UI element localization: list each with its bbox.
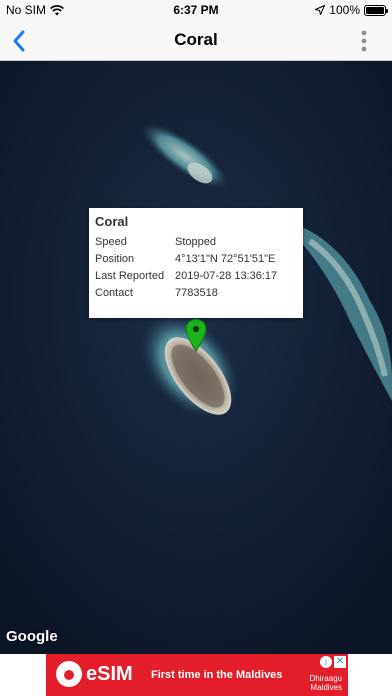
ad-sponsor-line1: Dhiraagu [309, 674, 342, 683]
ad-margin-right [348, 654, 392, 696]
ad-sponsor-line2: Maldives [310, 683, 342, 692]
more-options-button[interactable] [358, 29, 370, 53]
vertical-ellipsis-icon [361, 30, 367, 52]
status-right: 100% [315, 3, 388, 17]
battery-fill [366, 6, 384, 14]
info-value: 4°13'1"N 72°51'51"E [175, 252, 276, 265]
ad-sponsor: Dhiraagu Maldives [310, 674, 342, 692]
info-value: Stopped [175, 235, 216, 248]
vessel-marker[interactable] [185, 318, 207, 352]
info-window[interactable]: Coral Speed Stopped Position 4°13'1"N 72… [89, 208, 303, 318]
satellite-map[interactable]: Google [0, 61, 392, 654]
info-row-contact: Contact 7783518 [95, 284, 297, 301]
info-window-title: Coral [95, 214, 129, 229]
info-value: 2019-07-28 13:36:17 [175, 269, 278, 282]
info-row-last-reported: Last Reported 2019-07-28 13:36:17 [95, 267, 297, 284]
location-arrow-icon [315, 5, 326, 15]
esim-logo-dot [64, 670, 74, 680]
info-label: Position [95, 252, 135, 265]
info-row-speed: Speed Stopped [95, 233, 297, 250]
info-label: Speed [95, 235, 127, 248]
ad-close-icon[interactable]: ✕ [334, 656, 346, 668]
ad-info-icon[interactable]: i [320, 656, 332, 668]
info-label: Contact [95, 286, 133, 299]
info-label: Last Reported [95, 269, 165, 282]
page-title: Coral [174, 30, 218, 49]
ad-margin-left [0, 654, 46, 696]
ad-banner[interactable]: eSIM First time in the Maldives Dhiraagu… [46, 654, 348, 696]
status-bar: No SIM 6:37 PM 100% [0, 0, 392, 20]
ad-brand-text: eSIM [86, 663, 133, 685]
info-value: 7783518 [175, 286, 218, 299]
battery-percent: 100% [329, 3, 360, 17]
ad-headline: First time in the Maldives [151, 669, 283, 681]
map-pin-icon [185, 318, 207, 352]
google-attribution: Google [6, 628, 58, 645]
map-imagery [0, 61, 392, 654]
navigation-bar: Coral [0, 20, 392, 61]
info-row-position: Position 4°13'1"N 72°51'51"E [95, 250, 297, 267]
battery-icon [364, 4, 388, 16]
